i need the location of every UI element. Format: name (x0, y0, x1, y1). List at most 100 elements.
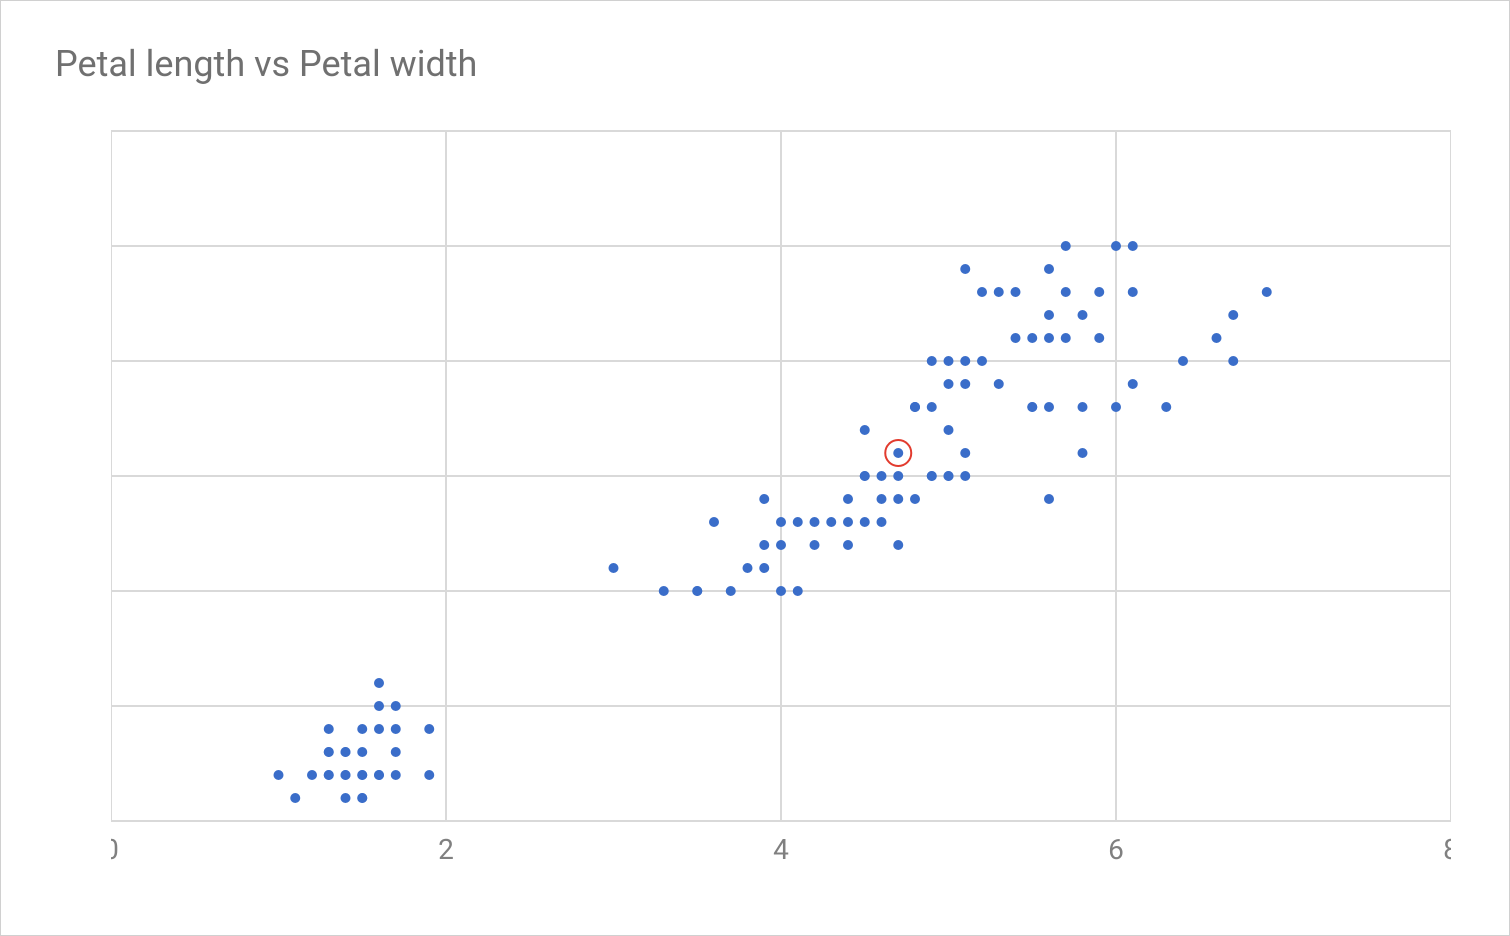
data-point[interactable] (1094, 287, 1104, 297)
data-point[interactable] (927, 356, 937, 366)
data-point[interactable] (391, 724, 401, 734)
data-point[interactable] (290, 793, 300, 803)
data-point[interactable] (810, 517, 820, 527)
data-point[interactable] (709, 517, 719, 527)
data-point[interactable] (609, 563, 619, 573)
data-point[interactable] (1212, 333, 1222, 343)
data-point[interactable] (960, 448, 970, 458)
data-point[interactable] (826, 517, 836, 527)
data-point[interactable] (659, 586, 669, 596)
data-point[interactable] (1094, 333, 1104, 343)
data-point[interactable] (960, 379, 970, 389)
data-point[interactable] (893, 540, 903, 550)
data-point[interactable] (341, 770, 351, 780)
data-point[interactable] (793, 586, 803, 596)
data-point[interactable] (910, 494, 920, 504)
data-point[interactable] (893, 494, 903, 504)
data-point[interactable] (776, 586, 786, 596)
data-point[interactable] (759, 563, 769, 573)
data-point[interactable] (860, 517, 870, 527)
data-point[interactable] (877, 494, 887, 504)
data-point[interactable] (910, 402, 920, 412)
data-point[interactable] (341, 793, 351, 803)
data-point[interactable] (1061, 241, 1071, 251)
data-point[interactable] (1044, 333, 1054, 343)
data-point[interactable] (1128, 287, 1138, 297)
data-point[interactable] (977, 287, 987, 297)
data-point[interactable] (324, 747, 334, 757)
data-point[interactable] (1027, 333, 1037, 343)
data-point[interactable] (357, 724, 367, 734)
data-point[interactable] (793, 517, 803, 527)
data-point[interactable] (927, 471, 937, 481)
data-point[interactable] (357, 793, 367, 803)
data-point[interactable] (893, 471, 903, 481)
data-point[interactable] (1078, 310, 1088, 320)
data-point[interactable] (860, 471, 870, 481)
data-point[interactable] (1228, 310, 1238, 320)
data-point[interactable] (374, 770, 384, 780)
data-point[interactable] (977, 356, 987, 366)
data-point[interactable] (357, 747, 367, 757)
data-point[interactable] (424, 770, 434, 780)
data-point[interactable] (374, 678, 384, 688)
data-point[interactable] (893, 448, 903, 458)
data-point[interactable] (877, 471, 887, 481)
data-point[interactable] (1027, 402, 1037, 412)
data-point[interactable] (1044, 264, 1054, 274)
data-point[interactable] (1011, 287, 1021, 297)
data-point[interactable] (341, 747, 351, 757)
data-point[interactable] (1044, 310, 1054, 320)
data-point[interactable] (1111, 402, 1121, 412)
data-point[interactable] (1044, 494, 1054, 504)
data-point[interactable] (1011, 333, 1021, 343)
data-point[interactable] (960, 356, 970, 366)
data-point[interactable] (1044, 402, 1054, 412)
data-point[interactable] (692, 586, 702, 596)
data-point[interactable] (860, 425, 870, 435)
data-point[interactable] (944, 356, 954, 366)
data-point[interactable] (776, 517, 786, 527)
data-point[interactable] (944, 425, 954, 435)
data-point[interactable] (960, 264, 970, 274)
data-point[interactable] (391, 701, 401, 711)
data-point[interactable] (374, 701, 384, 711)
data-point[interactable] (944, 471, 954, 481)
data-point[interactable] (759, 494, 769, 504)
data-point[interactable] (1262, 287, 1272, 297)
data-point[interactable] (1061, 287, 1071, 297)
data-point[interactable] (776, 540, 786, 550)
data-point[interactable] (1128, 241, 1138, 251)
data-point[interactable] (374, 724, 384, 734)
data-point[interactable] (843, 494, 853, 504)
data-point[interactable] (1228, 356, 1238, 366)
data-point[interactable] (759, 540, 769, 550)
data-point[interactable] (357, 770, 367, 780)
data-point[interactable] (1128, 379, 1138, 389)
data-point[interactable] (324, 724, 334, 734)
data-point[interactable] (960, 471, 970, 481)
data-point[interactable] (1161, 402, 1171, 412)
data-point[interactable] (1078, 448, 1088, 458)
data-point[interactable] (726, 586, 736, 596)
data-point[interactable] (1178, 356, 1188, 366)
data-point[interactable] (1061, 333, 1071, 343)
data-point[interactable] (810, 540, 820, 550)
data-point[interactable] (843, 517, 853, 527)
data-point[interactable] (877, 517, 887, 527)
data-point[interactable] (391, 747, 401, 757)
data-point[interactable] (994, 287, 1004, 297)
data-point[interactable] (424, 724, 434, 734)
data-point[interactable] (994, 379, 1004, 389)
x-tick-label: 8 (1443, 833, 1451, 866)
data-point[interactable] (927, 402, 937, 412)
data-point[interactable] (307, 770, 317, 780)
data-point[interactable] (391, 770, 401, 780)
data-point[interactable] (1078, 402, 1088, 412)
data-point[interactable] (324, 770, 334, 780)
data-point[interactable] (743, 563, 753, 573)
data-point[interactable] (944, 379, 954, 389)
data-point[interactable] (1111, 241, 1121, 251)
data-point[interactable] (843, 540, 853, 550)
data-point[interactable] (274, 770, 284, 780)
